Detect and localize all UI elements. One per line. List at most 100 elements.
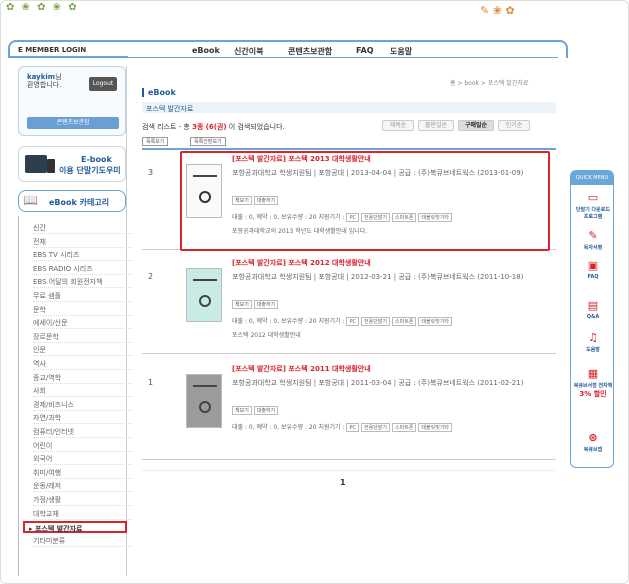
category-item[interactable]: 컴퓨터/인터넷 [33, 426, 133, 438]
tablet-icon [25, 155, 47, 173]
category-item[interactable]: 어린이 [33, 440, 133, 452]
book-title-link[interactable]: [포스텍 발간자료] 포스텍 2011 대학생활안내 [232, 364, 371, 374]
quick-review[interactable]: ✎ 독자서평 [573, 229, 613, 251]
category-item[interactable]: 장르문학 [33, 331, 133, 343]
book-row: 1 [포스텍 발간자료] 포스텍 2011 대학생활안내 포항공과대학교 학생지… [142, 360, 556, 460]
nav-new-ebook[interactable]: 신간이북 [234, 46, 263, 57]
category-item[interactable]: 취미/여행 [33, 467, 133, 479]
result-count-number: 3종 [192, 123, 204, 131]
category-item[interactable]: 외국어 [33, 453, 133, 466]
device-help-line1: E-book [81, 155, 112, 164]
login-box: kaykim님 환영합니다. Logout 콘텐츠보관함 [18, 66, 126, 136]
row-number: 3 [148, 168, 154, 177]
device-pc[interactable]: PC [346, 317, 359, 326]
quick-faq[interactable]: ▣ FAQ [573, 259, 613, 280]
category-item[interactable]: 무료 샘플 [33, 290, 133, 302]
category-item[interactable]: 신간 [33, 222, 133, 234]
sort-by-publish-date[interactable]: 출판일순 [418, 120, 454, 131]
quick-bookstore[interactable]: ▦ 북큐브서점 전자책 3% 할인 [573, 367, 613, 399]
nav-content-box[interactable]: 콘텐츠보관함 [288, 46, 332, 57]
category-item[interactable]: 종교/역학 [33, 372, 133, 384]
book-cover[interactable] [186, 268, 222, 322]
login-user: kaykim님 환영합니다. [27, 73, 62, 89]
category-item[interactable]: 운동/레저 [33, 480, 133, 493]
logout-button[interactable]: Logout [89, 77, 117, 91]
category-item[interactable]: 문학 [33, 304, 133, 316]
category-item[interactable]: EBS RADIO 시리즈 [33, 263, 133, 275]
category-list: 신간전체 EBS TV 시리즈 EBS RADIO 시리즈 EBS 어달의 회원전자책… [18, 216, 133, 576]
list-view-button[interactable]: 목록보기 [142, 137, 169, 146]
sort-by-title[interactable]: 제목순 [382, 120, 414, 131]
header-decoration: ✿ ❀ ✿ ❀ ✿ [6, 2, 79, 13]
category-item[interactable]: 사회 [33, 385, 133, 398]
category-item[interactable]: 인문 [33, 344, 133, 357]
tv-icon: ▣ [587, 259, 599, 272]
borrow-button[interactable]: 대출하기 [253, 406, 279, 415]
sort-by-purchase-date[interactable]: 구매일순 [458, 120, 494, 131]
device-tablet[interactable]: 태블릿및기타 [418, 423, 453, 432]
device-dedicated[interactable]: 전용단말기 [361, 423, 391, 432]
result-count-detail: (6(권) [205, 123, 227, 131]
device-smartphone[interactable]: 스마트폰 [392, 423, 417, 432]
content-box-button[interactable]: 콘텐츠보관함 [27, 117, 119, 129]
quick-download[interactable]: ▭ 단말기 다운로드 프로그램 [573, 191, 613, 220]
pencil-icon: ✎ [588, 229, 598, 242]
category-item[interactable]: 대학교재 [33, 508, 133, 520]
page-number[interactable]: 1 [340, 478, 346, 487]
device-pc[interactable]: PC [346, 423, 359, 432]
sub-title: 포스텍 발간자료 [142, 102, 556, 113]
book-icon: 📖 [23, 193, 38, 207]
category-item[interactable]: 기타미분류 [33, 535, 133, 547]
book-tools: 책보기 대출하기 [232, 300, 280, 309]
row-number: 1 [148, 378, 154, 387]
nav-help[interactable]: 도움말 [390, 46, 412, 57]
category-item[interactable]: 역사 [33, 358, 133, 370]
category-item[interactable]: EBS TV 시리즈 [33, 249, 133, 262]
category-item[interactable]: ▸ 포스텍 발간자료 [23, 521, 127, 534]
category-item[interactable]: EBS 어달의 회원전자책 [33, 276, 133, 289]
header-decoration-right: ✎ ❀ ✿ [480, 4, 515, 17]
book-cover[interactable] [186, 374, 222, 428]
user-suffix: 님 [55, 73, 62, 81]
monitor-icon: ▭ [587, 191, 599, 204]
device-tablet[interactable]: 태블릿및기타 [418, 317, 453, 326]
device-dedicated[interactable]: 전용단말기 [361, 317, 391, 326]
selected-row-highlight [180, 151, 550, 251]
book-meta: 포항공과대학교 학생지원팀 | 포항공대 | 2012-03-21 | 공급 :… [232, 273, 524, 281]
phone-icon [47, 159, 55, 173]
category-item[interactable]: 자연/과학 [33, 412, 133, 425]
sort-by-popularity[interactable]: 인기순 [498, 120, 530, 131]
compact-list-button[interactable]: 목록간편보기 [190, 137, 226, 146]
book-row: 2 [포스텍 발간자료] 포스텍 2012 대학생활안내 포항공과대학교 학생지… [142, 254, 556, 354]
breadcrumb: 홈 > book > 포스텍 발간자료 [450, 80, 529, 87]
device-help-banner[interactable]: E-book 이용 단말기도우미 [18, 146, 126, 182]
quick-qna[interactable]: ▤ Q&A [573, 299, 613, 320]
category-item[interactable]: 에세이/산문 [33, 317, 133, 330]
quick-menu-title: QUICK MENU [571, 171, 613, 185]
category-title: eBook 카테고리 [49, 198, 110, 207]
top-nav: eBook 신간이북 콘텐츠보관함 FAQ 도움말 [128, 40, 558, 58]
result-count: 검색 리스트 - 총 3종 (6(권) 이 검색되었습니다. [142, 123, 285, 131]
category-item[interactable]: 가정/생활 [33, 494, 133, 506]
quick-help[interactable]: ♫ 도움말 [573, 331, 613, 353]
loan-info: 대출 : 0, 예약 : 0, 보유수량 : 20 지원기기 : PC 전용단말기 스… [232, 422, 550, 432]
nav-ebook[interactable]: eBook [192, 46, 220, 55]
store-icon: ▦ [587, 367, 599, 380]
borrow-button[interactable]: 대출하기 [253, 300, 279, 309]
nav-faq[interactable]: FAQ [356, 46, 374, 55]
board-icon: ▤ [587, 299, 599, 312]
member-login-label: E MEMBER LOGIN [8, 40, 128, 58]
read-book-button[interactable]: 책보기 [232, 300, 252, 309]
category-header: 📖 eBook 카테고리 [18, 190, 126, 212]
device-smartphone[interactable]: 스마트폰 [392, 317, 417, 326]
top-nav-end [558, 40, 568, 58]
app-icon: ⊛ [588, 431, 598, 444]
row-number: 2 [148, 272, 154, 281]
book-title-link[interactable]: [포스텍 발간자료] 포스텍 2012 대학생활안내 [232, 258, 371, 268]
quick-app[interactable]: ⊛ 북큐브앱 [573, 431, 613, 453]
quick-menu: QUICK MENU ▭ 단말기 다운로드 프로그램 ✎ 독자서평 ▣ FAQ ▤ Q&… [570, 170, 614, 468]
welcome-text: 환영합니다. [27, 81, 62, 89]
read-book-button[interactable]: 책보기 [232, 406, 252, 415]
category-item[interactable]: 전체 [33, 236, 133, 248]
category-item[interactable]: 경제/비즈니스 [33, 399, 133, 411]
